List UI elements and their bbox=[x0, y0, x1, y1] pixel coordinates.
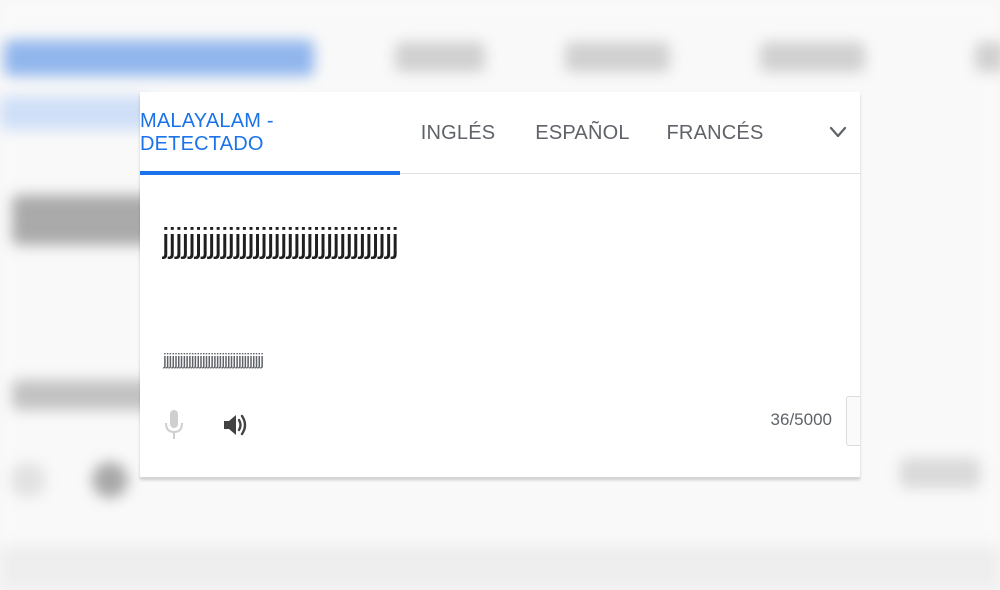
translate-source-card: MALAYALAM - DETECTADO INGLÉS ESPAÑOL FRA… bbox=[140, 92, 860, 478]
tab-english[interactable]: INGLÉS bbox=[412, 92, 504, 174]
source-transliteration: jjjjjjjjjjjjjjjjjjjjjjjjjjjjjjjjjjjj bbox=[163, 350, 264, 369]
bg-blurred-block bbox=[12, 195, 152, 245]
bg-blurred-tab bbox=[760, 42, 865, 72]
bg-blurred-tab bbox=[975, 42, 1000, 72]
bg-blurred-bottom-bar bbox=[0, 545, 1000, 590]
tab-label: MALAYALAM - DETECTADO bbox=[140, 110, 274, 155]
tab-spanish[interactable]: ESPAÑOL bbox=[535, 92, 630, 174]
tab-label: INGLÉS bbox=[420, 121, 496, 144]
language-tab-bar: MALAYALAM - DETECTADO INGLÉS ESPAÑOL FRA… bbox=[140, 92, 860, 175]
bg-blurred-band bbox=[0, 96, 150, 130]
character-count: 36/5000 bbox=[770, 410, 832, 429]
microphone-icon[interactable] bbox=[160, 406, 188, 444]
tab-french[interactable]: FRANCÉS bbox=[665, 92, 765, 174]
bg-blurred-block bbox=[12, 380, 152, 410]
speaker-icon[interactable] bbox=[218, 406, 252, 444]
side-panel-handle[interactable] bbox=[846, 396, 860, 446]
bg-blurred-circle bbox=[92, 462, 128, 498]
tab-label: FRANCÉS bbox=[666, 121, 764, 144]
chevron-down-icon[interactable] bbox=[826, 120, 850, 144]
tab-detected-language[interactable]: MALAYALAM - DETECTADO bbox=[140, 92, 400, 175]
bg-blurred-title bbox=[4, 40, 314, 76]
source-text-area[interactable]: jjjjjjjjjjjjjjjjjjjjjjjjjjjjjjjjjjjj bbox=[162, 222, 762, 261]
bg-blurred-tab bbox=[565, 42, 670, 72]
bg-blurred-tab bbox=[395, 42, 485, 72]
tab-label: ESPAÑOL bbox=[535, 121, 630, 144]
bg-blurred-pill bbox=[900, 458, 980, 488]
bg-blurred-circle bbox=[10, 462, 46, 498]
